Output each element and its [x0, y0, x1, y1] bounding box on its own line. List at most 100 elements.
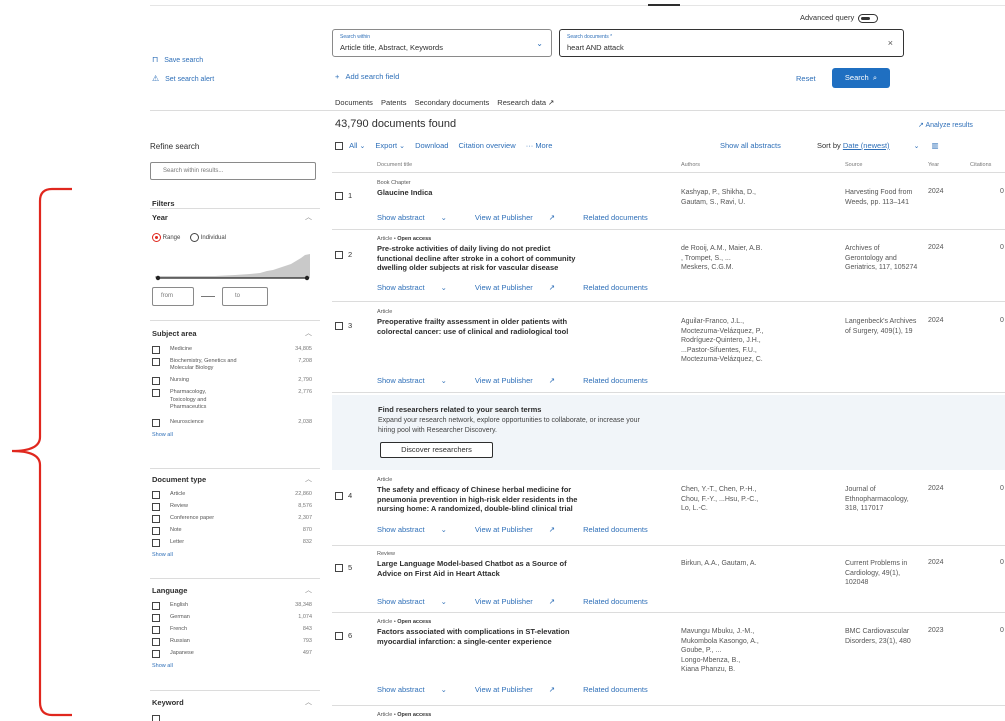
- facet-checkbox[interactable]: [152, 419, 160, 427]
- chevron-up-icon[interactable]: ︿: [305, 697, 312, 707]
- view-at-publisher-link[interactable]: View at Publisher ↗: [475, 376, 569, 385]
- result-title[interactable]: The safety and efficacy of Chinese herba…: [377, 485, 667, 514]
- facet-checkbox[interactable]: [152, 626, 160, 634]
- result-source[interactable]: Archives of Gerontology and Geriatrics, 11…: [845, 244, 927, 273]
- doctype-show-all-link[interactable]: Show all: [152, 552, 320, 558]
- result-title[interactable]: Preoperative frailty assessment in older…: [377, 317, 667, 336]
- facet-item[interactable]: Letter 832: [152, 538, 320, 550]
- related-documents-link[interactable]: Related documents: [583, 597, 648, 606]
- result-source[interactable]: Harvesting Food from Weeds, pp. 113–141: [845, 188, 927, 207]
- facet-item[interactable]: Medicine 34,805: [152, 345, 320, 357]
- language-show-all-link[interactable]: Show all: [152, 663, 320, 669]
- facet-item[interactable]: Japanese 497: [152, 649, 320, 661]
- facet-checkbox[interactable]: [152, 638, 160, 646]
- facet-checkbox[interactable]: [152, 650, 160, 658]
- result-authors[interactable]: Mavungu Mbuku, J.-M., Mukombola Kasongo, …: [681, 627, 831, 675]
- facet-item[interactable]: Conference paper 2,307: [152, 514, 320, 526]
- tab-documents[interactable]: Documents: [335, 98, 373, 107]
- facet-item[interactable]: Article 22,860: [152, 490, 320, 502]
- result-checkbox[interactable]: [335, 492, 343, 501]
- discover-researchers-button[interactable]: Discover researchers: [380, 442, 493, 458]
- related-documents-link[interactable]: Related documents: [583, 525, 648, 534]
- show-abstract-link[interactable]: Show abstract ⌄: [377, 376, 461, 385]
- subject-show-all-link[interactable]: Show all: [152, 432, 320, 438]
- more-button[interactable]: ··· More: [526, 141, 553, 150]
- download-button[interactable]: Download: [415, 141, 448, 150]
- year-from-input[interactable]: from: [152, 287, 194, 306]
- result-source[interactable]: BMC Cardiovascular Disorders, 23(1), 480: [845, 627, 927, 646]
- result-authors[interactable]: Chen, Y.-T., Chen, P.-H., Chou, F.-Y., ..…: [681, 485, 831, 514]
- facet-checkbox[interactable]: [152, 346, 160, 354]
- chevron-up-icon[interactable]: ︿: [305, 585, 312, 595]
- save-search-link[interactable]: ⊓ Save search: [152, 55, 203, 64]
- year-to-input[interactable]: to: [222, 287, 268, 306]
- advanced-query-toggle[interactable]: Advanced query: [800, 13, 879, 23]
- result-title[interactable]: Pre-stroke activities of daily living do…: [377, 244, 667, 273]
- result-checkbox[interactable]: [335, 251, 343, 260]
- keyword-checkbox[interactable]: [152, 715, 160, 721]
- result-authors[interactable]: Kashyap, P., Shikha, D., Gautam, S., Ravi…: [681, 188, 831, 207]
- add-search-field-link[interactable]: + Add search field: [335, 72, 399, 81]
- result-source[interactable]: Journal of Ethnopharmacology, 318, 117017: [845, 485, 927, 514]
- all-dropdown[interactable]: All ⌄: [349, 141, 365, 150]
- view-at-publisher-link[interactable]: View at Publisher ↗: [475, 597, 569, 606]
- facet-checkbox[interactable]: [152, 527, 160, 535]
- result-source[interactable]: Current Problems in Cardiology, 49(1), 102…: [845, 559, 927, 588]
- result-authors[interactable]: Aguilar-Franco, J.L., Moctezuma-Velázquez…: [681, 317, 831, 365]
- show-abstract-link[interactable]: Show abstract ⌄: [377, 597, 461, 606]
- facet-item[interactable]: Biochemistry, Genetics and Molecular Bio…: [152, 357, 320, 376]
- view-at-publisher-link[interactable]: View at Publisher ↗: [475, 213, 569, 222]
- chevron-up-icon[interactable]: ︿: [305, 212, 312, 222]
- facet-checkbox[interactable]: [152, 377, 160, 385]
- facet-item[interactable]: Review 8,576: [152, 502, 320, 514]
- facet-checkbox[interactable]: [152, 503, 160, 511]
- result-title[interactable]: Glaucine Indica: [377, 188, 667, 198]
- citation-overview-button[interactable]: Citation overview: [459, 141, 516, 150]
- facet-checkbox[interactable]: [152, 614, 160, 622]
- facet-item[interactable]: German 1,074: [152, 613, 320, 625]
- show-abstract-link[interactable]: Show abstract ⌄: [377, 283, 461, 292]
- tab-secondary-documents[interactable]: Secondary documents: [415, 98, 490, 107]
- search-button[interactable]: Search ⌕: [832, 68, 890, 88]
- facet-item[interactable]: Nursing 2,790: [152, 376, 320, 388]
- show-abstract-link[interactable]: Show abstract ⌄: [377, 213, 461, 222]
- facet-checkbox[interactable]: [152, 602, 160, 610]
- related-documents-link[interactable]: Related documents: [583, 685, 648, 694]
- chevron-up-icon[interactable]: ︿: [305, 328, 312, 338]
- result-checkbox[interactable]: [335, 564, 343, 573]
- show-all-abstracts-button[interactable]: Show all abstracts: [720, 141, 781, 150]
- analyze-results-link[interactable]: ↗ Analyze results: [918, 121, 973, 129]
- clear-icon[interactable]: ×: [888, 38, 893, 48]
- show-abstract-link[interactable]: Show abstract ⌄: [377, 525, 461, 534]
- view-at-publisher-link[interactable]: View at Publisher ↗: [475, 283, 569, 292]
- result-source[interactable]: Langenbeck's Archives of Surgery, 409(1),…: [845, 317, 927, 336]
- tab-research-data[interactable]: Research data: [497, 98, 546, 107]
- result-checkbox[interactable]: [335, 192, 343, 201]
- chevron-up-icon[interactable]: ︿: [305, 474, 312, 484]
- result-title[interactable]: Factors associated with complications in…: [377, 627, 667, 646]
- facet-item[interactable]: English 38,348: [152, 601, 320, 613]
- facet-checkbox[interactable]: [152, 389, 160, 397]
- show-abstract-link[interactable]: Show abstract ⌄: [377, 685, 461, 694]
- set-alert-link[interactable]: ⚠ Set search alert: [152, 74, 214, 83]
- facet-checkbox[interactable]: [152, 515, 160, 523]
- facet-item[interactable]: Pharmacology, Toxicology and Pharmaceuti…: [152, 388, 320, 418]
- search-documents-input[interactable]: Search documents * heart AND attack ×: [559, 29, 904, 57]
- range-radio[interactable]: [152, 233, 161, 242]
- facet-checkbox[interactable]: [152, 491, 160, 499]
- facet-item[interactable]: Neuroscience 2,038: [152, 418, 320, 430]
- result-checkbox[interactable]: [335, 322, 343, 331]
- facet-item[interactable]: Note 870: [152, 526, 320, 538]
- result-title[interactable]: Large Language Model-based Chatbot as a …: [377, 559, 667, 578]
- result-authors[interactable]: Birkun, A.A., Gautam, A.: [681, 559, 831, 569]
- related-documents-link[interactable]: Related documents: [583, 213, 648, 222]
- facet-checkbox[interactable]: [152, 539, 160, 547]
- facet-checkbox[interactable]: [152, 358, 160, 366]
- tab-patents[interactable]: Patents: [381, 98, 406, 107]
- related-documents-link[interactable]: Related documents: [583, 376, 648, 385]
- related-documents-link[interactable]: Related documents: [583, 283, 648, 292]
- select-all-checkbox[interactable]: [335, 142, 343, 151]
- result-checkbox[interactable]: [335, 632, 343, 641]
- sort-select[interactable]: Date (newest): [843, 141, 890, 150]
- search-within-results-input[interactable]: Search within results...: [150, 162, 316, 180]
